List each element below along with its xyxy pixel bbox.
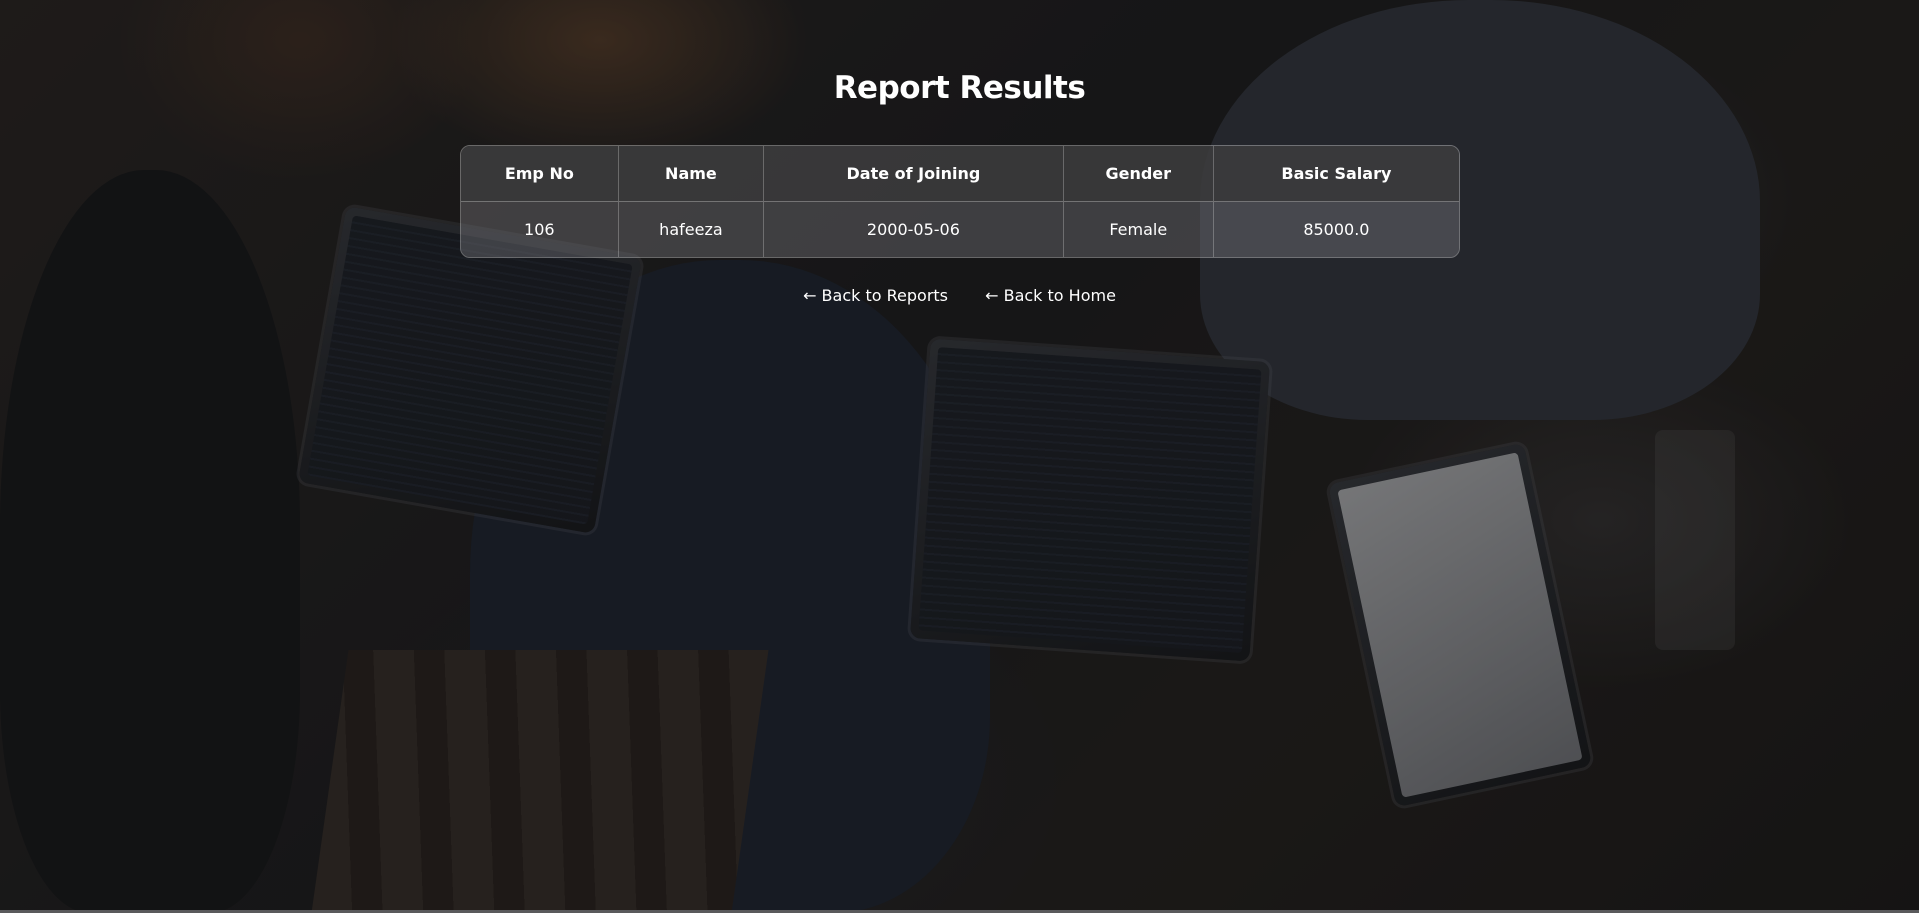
column-header-basic-salary: Basic Salary (1213, 146, 1459, 202)
back-to-reports-link[interactable]: ← Back to Reports (803, 286, 948, 305)
table-row: 106 hafeeza 2000-05-06 Female 85000.0 (461, 202, 1459, 257)
report-table: Emp No Name Date of Joining Gender Basic… (460, 145, 1460, 258)
column-header-name: Name (618, 146, 765, 202)
cell-name: hafeeza (618, 202, 765, 257)
column-header-date-of-joining: Date of Joining (764, 146, 1064, 202)
column-header-gender: Gender (1063, 146, 1214, 202)
cell-basic-salary: 85000.0 (1213, 202, 1459, 257)
page-title: Report Results (833, 70, 1086, 106)
cell-gender: Female (1063, 202, 1214, 257)
column-header-emp-no: Emp No (461, 146, 619, 202)
cell-emp-no: 106 (461, 202, 619, 257)
table-header-row: Emp No Name Date of Joining Gender Basic… (461, 146, 1459, 202)
cell-date-of-joining: 2000-05-06 (764, 202, 1064, 257)
back-to-home-link[interactable]: ← Back to Home (985, 286, 1116, 305)
report-results-page: Report Results Emp No Name Date of Joini… (0, 0, 1919, 913)
navigation-links: ← Back to Reports ← Back to Home (0, 286, 1919, 305)
